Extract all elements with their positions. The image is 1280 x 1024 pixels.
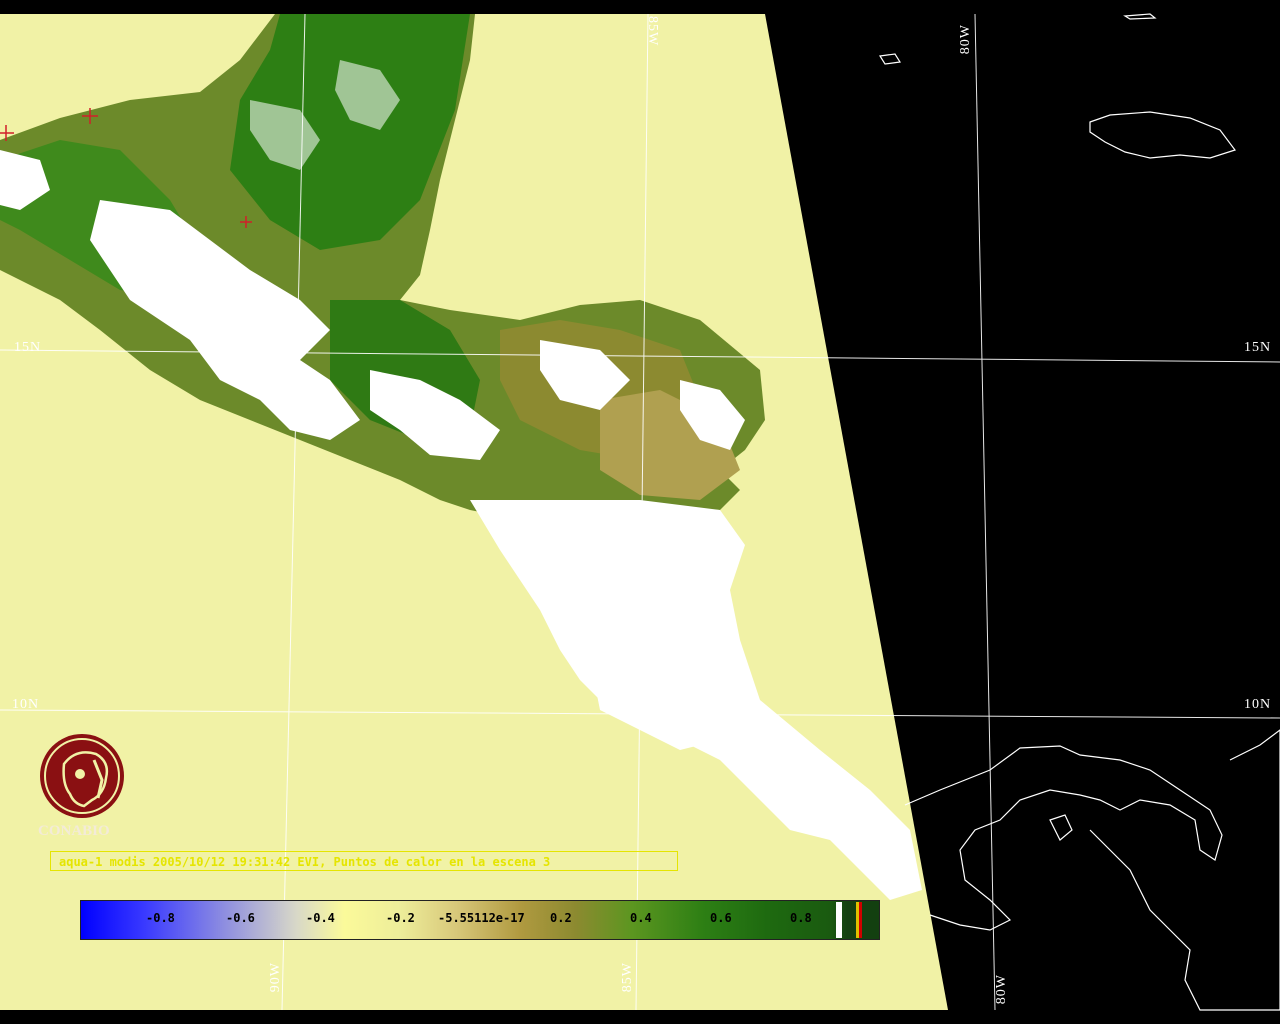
colorbar-tick: -0.2 [386, 911, 415, 925]
lat-label-15n-right: 15N [1244, 340, 1272, 355]
image-caption: aqua-1 modis 2005/10/12 19:31:42 EVI, Pu… [50, 851, 678, 871]
lon-label-85w-top: 85W [645, 16, 660, 47]
lat-label-10n-left: 10N [12, 697, 40, 712]
colorbar-red-marker [859, 902, 862, 938]
colorbar-tick: -0.4 [306, 911, 335, 925]
lon-label-80w-bottom: 80W [994, 974, 1009, 1005]
lat-label-15n-left: 15N [14, 340, 42, 355]
lat-label-10n-right: 10N [1244, 697, 1272, 712]
colorbar-tick: -5.55112e-17 [438, 911, 525, 925]
colorbar-tick: 0.6 [710, 911, 732, 925]
colorbar-white-bar [836, 902, 842, 938]
colorbar-tick: -0.6 [226, 911, 255, 925]
lon-label-90w-bottom: 90W [268, 962, 283, 993]
logo-name: CONABIO [38, 823, 110, 839]
colorbar-tick: 0.8 [790, 911, 812, 925]
colorbar-tick: 0.4 [630, 911, 652, 925]
lon-label-85w-bottom: 85W [620, 962, 635, 993]
colorbar-tick: 0.2 [550, 911, 572, 925]
lon-label-80w-top: 80W [958, 24, 973, 55]
colorbar-tick: -0.8 [146, 911, 175, 925]
